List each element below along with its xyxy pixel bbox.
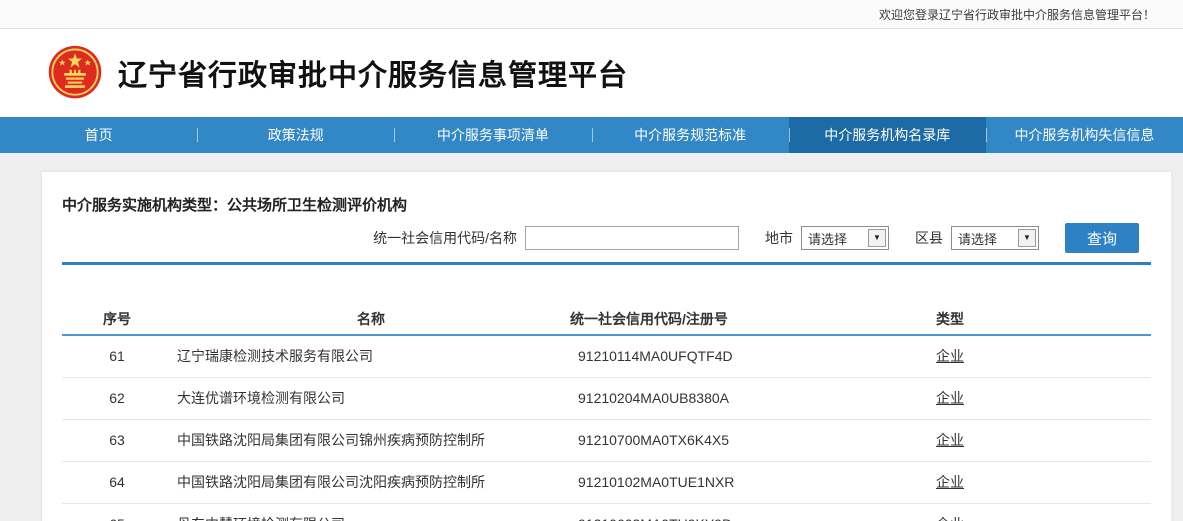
page-background: 中介服务实施机构类型：公共场所卫生检测评价机构 统一社会信用代码/名称 地市 请… bbox=[0, 153, 1183, 521]
welcome-bar: 欢迎您登录辽宁省行政审批中介服务信息管理平台！ bbox=[0, 0, 1183, 29]
row-name: 中国铁路沈阳局集团有限公司锦州疾病预防控制所 bbox=[172, 419, 570, 461]
table-header-row: 序号 名称 统一社会信用代码/注册号 类型 bbox=[62, 303, 1151, 335]
table-row: 61 辽宁瑞康检测技术服务有限公司 91210114MA0UFQTF4D 企业 bbox=[62, 335, 1151, 377]
row-type-link[interactable]: 企业 bbox=[936, 474, 964, 490]
row-seq: 64 bbox=[62, 461, 172, 503]
search-toolbar: 统一社会信用代码/名称 地市 请选择 ▼ 区县 请选择 ▼ 查询 bbox=[62, 223, 1151, 253]
site-title: 辽宁省行政审批中介服务信息管理平台 bbox=[118, 52, 628, 94]
search-divider bbox=[62, 262, 1151, 265]
row-code: 91210204MA0UB8380A bbox=[570, 377, 880, 419]
row-seq: 63 bbox=[62, 419, 172, 461]
row-name: 大连优谱环境检测有限公司 bbox=[172, 377, 570, 419]
row-type-link[interactable]: 企业 bbox=[936, 432, 964, 448]
row-code: 91210603MA0TU9KY9D bbox=[570, 503, 880, 521]
welcome-text: 欢迎您登录辽宁省行政审批中介服务信息管理平台！ bbox=[879, 6, 1155, 23]
row-code: 91210700MA0TX6K4X5 bbox=[570, 419, 880, 461]
row-type-link[interactable]: 企业 bbox=[936, 348, 964, 364]
nav-item-0[interactable]: 首页 bbox=[0, 117, 197, 153]
row-seq: 62 bbox=[62, 377, 172, 419]
row-name: 丹东中慧环境检测有限公司 bbox=[172, 503, 570, 521]
city-select[interactable]: 请选择 ▼ bbox=[801, 226, 889, 250]
content-card: 中介服务实施机构类型：公共场所卫生检测评价机构 统一社会信用代码/名称 地市 请… bbox=[42, 172, 1171, 521]
table-row: 63 中国铁路沈阳局集团有限公司锦州疾病预防控制所 91210700MA0TX6… bbox=[62, 419, 1151, 461]
table-row: 65 丹东中慧环境检测有限公司 91210603MA0TU9KY9D 企业 bbox=[62, 503, 1151, 521]
col-header-name: 名称 bbox=[172, 303, 570, 335]
district-label: 区县 bbox=[915, 228, 943, 248]
org-table: 序号 名称 统一社会信用代码/注册号 类型 61 辽宁瑞康检测技术服务有限公司 … bbox=[62, 303, 1151, 521]
table-row: 62 大连优谱环境检测有限公司 91210204MA0UB8380A 企业 bbox=[62, 377, 1151, 419]
col-header-seq: 序号 bbox=[62, 303, 172, 335]
query-button[interactable]: 查询 bbox=[1065, 223, 1139, 253]
row-name: 辽宁瑞康检测技术服务有限公司 bbox=[172, 335, 570, 377]
row-type-link[interactable]: 企业 bbox=[936, 516, 964, 521]
table-row: 64 中国铁路沈阳局集团有限公司沈阳疾病预防控制所 91210102MA0TUE… bbox=[62, 461, 1151, 503]
col-header-code: 统一社会信用代码/注册号 bbox=[570, 303, 880, 335]
site-header: 辽宁省行政审批中介服务信息管理平台 bbox=[0, 29, 1183, 117]
nav-item-2[interactable]: 中介服务事项清单 bbox=[394, 117, 591, 153]
row-code: 91210102MA0TUE1NXR bbox=[570, 461, 880, 503]
national-emblem-icon bbox=[46, 44, 104, 102]
main-nav: 首页政策法规中介服务事项清单中介服务规范标准中介服务机构名录库中介服务机构失信信… bbox=[0, 117, 1183, 153]
nav-item-1[interactable]: 政策法规 bbox=[197, 117, 394, 153]
row-code: 91210114MA0UFQTF4D bbox=[570, 335, 880, 377]
nav-item-5[interactable]: 中介服务机构失信信息 bbox=[986, 117, 1183, 153]
nav-item-3[interactable]: 中介服务规范标准 bbox=[592, 117, 789, 153]
district-select-value: 请选择 bbox=[952, 229, 997, 248]
row-name: 中国铁路沈阳局集团有限公司沈阳疾病预防控制所 bbox=[172, 461, 570, 503]
row-seq: 65 bbox=[62, 503, 172, 521]
nav-item-4[interactable]: 中介服务机构名录库 bbox=[789, 117, 986, 153]
chevron-down-icon[interactable]: ▼ bbox=[1018, 229, 1036, 247]
chevron-down-icon[interactable]: ▼ bbox=[868, 229, 886, 247]
keyword-label: 统一社会信用代码/名称 bbox=[373, 228, 517, 248]
keyword-input[interactable] bbox=[525, 226, 739, 250]
section-title: 中介服务实施机构类型：公共场所卫生检测评价机构 bbox=[62, 194, 1151, 215]
city-label: 地市 bbox=[765, 228, 793, 248]
col-header-type: 类型 bbox=[880, 303, 1020, 335]
district-select[interactable]: 请选择 ▼ bbox=[951, 226, 1039, 250]
row-type-link[interactable]: 企业 bbox=[936, 390, 964, 406]
city-select-value: 请选择 bbox=[802, 229, 847, 248]
row-seq: 61 bbox=[62, 335, 172, 377]
